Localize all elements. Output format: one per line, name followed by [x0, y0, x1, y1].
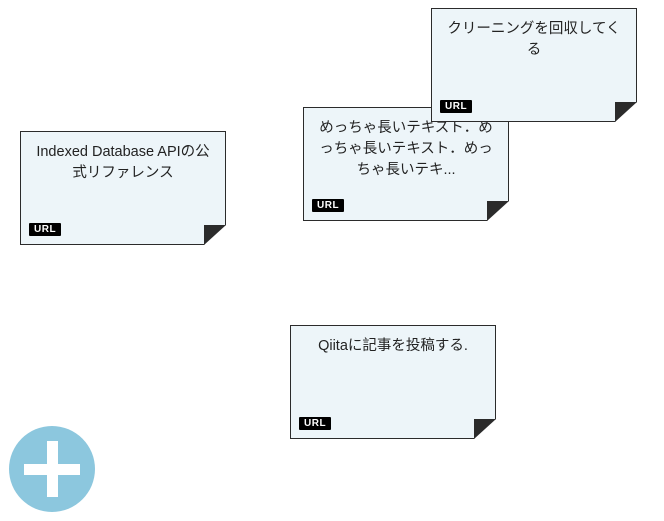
sticky-note[interactable]: クリーニングを回収してくる URL: [431, 8, 637, 122]
sticky-note[interactable]: めっちゃ長いテキスト．めっちゃ長いテキスト．めっちゃ長いテキ... URL: [303, 107, 509, 221]
sticky-note[interactable]: Indexed Database APIの公式リファレンス URL: [20, 131, 226, 245]
url-badge[interactable]: URL: [440, 100, 472, 113]
plus-icon: [47, 441, 58, 497]
note-text: Indexed Database APIの公式リファレンス: [33, 142, 213, 200]
url-badge[interactable]: URL: [29, 223, 61, 236]
note-text: クリーニングを回収してくる: [444, 19, 624, 77]
note-text: めっちゃ長いテキスト．めっちゃ長いテキスト．めっちゃ長いテキ...: [316, 118, 496, 176]
add-note-button[interactable]: [9, 426, 95, 512]
url-badge[interactable]: URL: [299, 417, 331, 430]
url-badge[interactable]: URL: [312, 199, 344, 212]
note-text: Qiitaに記事を投稿する.: [303, 336, 483, 394]
sticky-note[interactable]: Qiitaに記事を投稿する. URL: [290, 325, 496, 439]
